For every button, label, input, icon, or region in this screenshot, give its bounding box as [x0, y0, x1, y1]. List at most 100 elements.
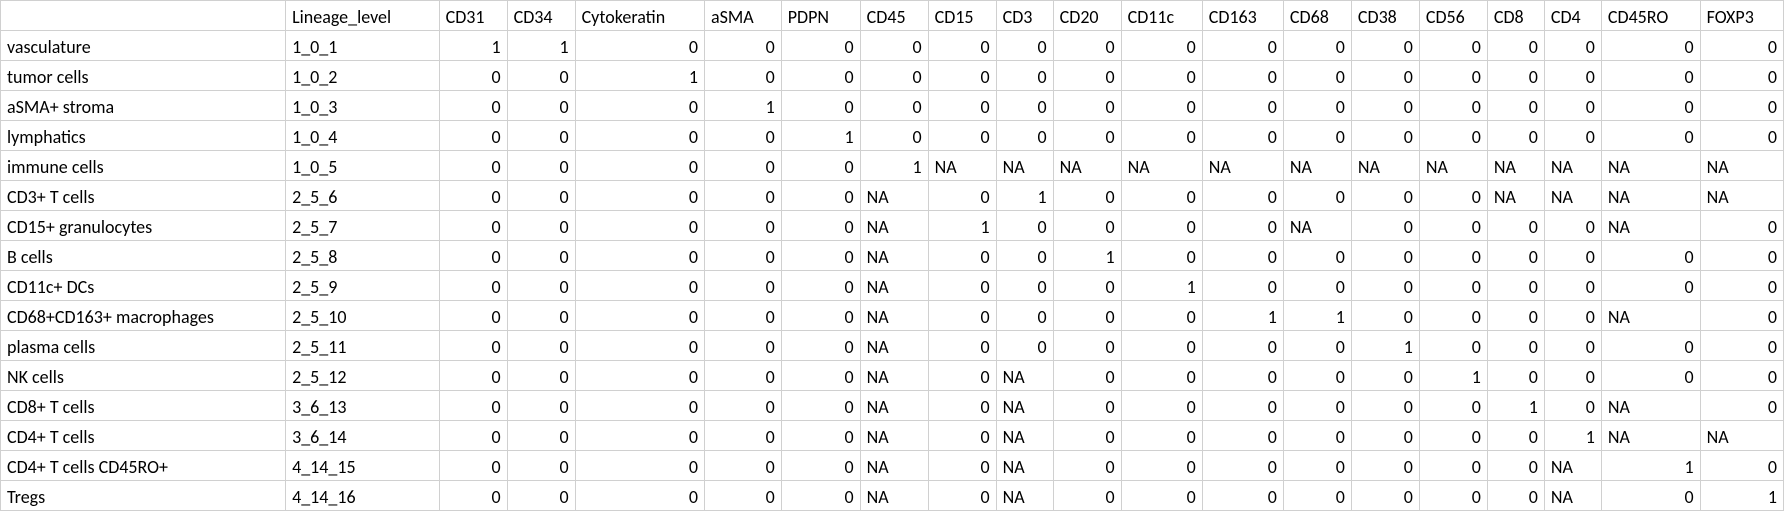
cell-value: 0 [928, 391, 996, 421]
cell-value: 0 [439, 301, 507, 331]
table-row: CD3+ T cells2_5_600000NA01000000NANANANA [1, 181, 1784, 211]
cell-value: 0 [1544, 121, 1601, 151]
col-header-cd56: CD56 [1419, 1, 1487, 31]
row-label: CD68+CD163+ macrophages [1, 301, 286, 331]
cell-value: 0 [439, 481, 507, 511]
table-row: CD68+CD163+ macrophages2_5_1000000NA0000… [1, 301, 1784, 331]
cell-value: 0 [1419, 301, 1487, 331]
cell-value: 0 [781, 391, 860, 421]
cell-value: 0 [1419, 31, 1487, 61]
cell-value: 0 [1283, 361, 1351, 391]
cell-value: 0 [507, 391, 575, 421]
cell-value: 1 [1419, 361, 1487, 391]
cell-value: 0 [1544, 61, 1601, 91]
cell-value: 0 [1601, 271, 1700, 301]
cell-value: 0 [996, 121, 1053, 151]
row-lineage: 4_14_16 [286, 481, 440, 511]
cell-value: 0 [928, 181, 996, 211]
cell-value: 0 [928, 451, 996, 481]
cell-value: 0 [439, 451, 507, 481]
cell-value: 0 [1351, 121, 1419, 151]
cell-value: NA [860, 451, 928, 481]
cell-value: 0 [1700, 31, 1783, 61]
col-header-cd38: CD38 [1351, 1, 1419, 31]
cell-value: NA [1202, 151, 1283, 181]
cell-value: 1 [1351, 331, 1419, 361]
cell-value: NA [1700, 181, 1783, 211]
cell-value: 0 [1487, 361, 1544, 391]
col-header-cd163: CD163 [1202, 1, 1283, 31]
cell-value: 0 [1202, 391, 1283, 421]
cell-value: NA [1487, 151, 1544, 181]
cell-value: 0 [1283, 241, 1351, 271]
cell-value: 0 [575, 481, 704, 511]
cell-value: NA [1601, 211, 1700, 241]
cell-value: 0 [439, 121, 507, 151]
cell-value: 0 [704, 181, 781, 211]
cell-value: 0 [1487, 241, 1544, 271]
row-lineage: 2_5_9 [286, 271, 440, 301]
cell-value: 0 [1053, 181, 1121, 211]
row-lineage: 2_5_12 [286, 361, 440, 391]
table-row: B cells2_5_800000NA001000000000 [1, 241, 1784, 271]
cell-value: 0 [439, 391, 507, 421]
cell-value: 0 [781, 301, 860, 331]
cell-value: 0 [439, 91, 507, 121]
cell-value: NA [860, 361, 928, 391]
cell-value: 0 [1121, 31, 1202, 61]
col-header-cd45: CD45 [860, 1, 928, 31]
cell-value: 0 [1544, 31, 1601, 61]
cell-value: 0 [1601, 361, 1700, 391]
col-header-pdpn: PDPN [781, 1, 860, 31]
cell-value: NA [996, 421, 1053, 451]
col-header-cd8: CD8 [1487, 1, 1544, 31]
cell-value: 0 [1351, 271, 1419, 301]
table-row: NK cells2_5_1200000NA0NA0000010000 [1, 361, 1784, 391]
cell-value: 0 [1544, 301, 1601, 331]
row-label: tumor cells [1, 61, 286, 91]
cell-value: 0 [1601, 331, 1700, 361]
table-row: tumor cells1_0_2001000000000000000 [1, 61, 1784, 91]
cell-value: 0 [1601, 241, 1700, 271]
cell-value: 0 [704, 121, 781, 151]
col-header-cd11c: CD11c [1121, 1, 1202, 31]
table-row: aSMA+ stroma1_0_3000100000000000000 [1, 91, 1784, 121]
cell-value: 0 [1202, 271, 1283, 301]
cell-value: 1 [1544, 421, 1601, 451]
cell-value: 0 [1544, 331, 1601, 361]
cell-value: 0 [781, 481, 860, 511]
cell-value: 0 [1487, 451, 1544, 481]
cell-value: 0 [439, 61, 507, 91]
cell-value: 0 [781, 181, 860, 211]
cell-value: 0 [575, 301, 704, 331]
cell-value: 0 [1202, 481, 1283, 511]
row-label: immune cells [1, 151, 286, 181]
cell-value: 0 [1544, 361, 1601, 391]
cell-value: 0 [1053, 121, 1121, 151]
cell-value: 0 [704, 301, 781, 331]
col-header-foxp3: FOXP3 [1700, 1, 1783, 31]
cell-value: NA [996, 391, 1053, 421]
row-lineage: 1_0_2 [286, 61, 440, 91]
cell-value: 0 [507, 361, 575, 391]
cell-value: NA [1700, 151, 1783, 181]
cell-value: 0 [704, 211, 781, 241]
cell-value: 1 [575, 61, 704, 91]
cell-value: 0 [1283, 481, 1351, 511]
table-row: CD8+ T cells3_6_1300000NA0NA00000010NA0 [1, 391, 1784, 421]
row-lineage: 2_5_6 [286, 181, 440, 211]
row-label: Tregs [1, 481, 286, 511]
col-header-cd34: CD34 [507, 1, 575, 31]
cell-value: 0 [1202, 31, 1283, 61]
cell-value: 0 [1283, 31, 1351, 61]
cell-value: NA [996, 361, 1053, 391]
row-lineage: 2_5_8 [286, 241, 440, 271]
cell-value: 0 [1419, 121, 1487, 151]
cell-value: 0 [781, 331, 860, 361]
cell-value: 1 [781, 121, 860, 151]
cell-value: 0 [1700, 451, 1783, 481]
cell-value: 0 [1601, 31, 1700, 61]
cell-value: 0 [1202, 331, 1283, 361]
cell-value: 0 [928, 61, 996, 91]
cell-value: NA [860, 331, 928, 361]
